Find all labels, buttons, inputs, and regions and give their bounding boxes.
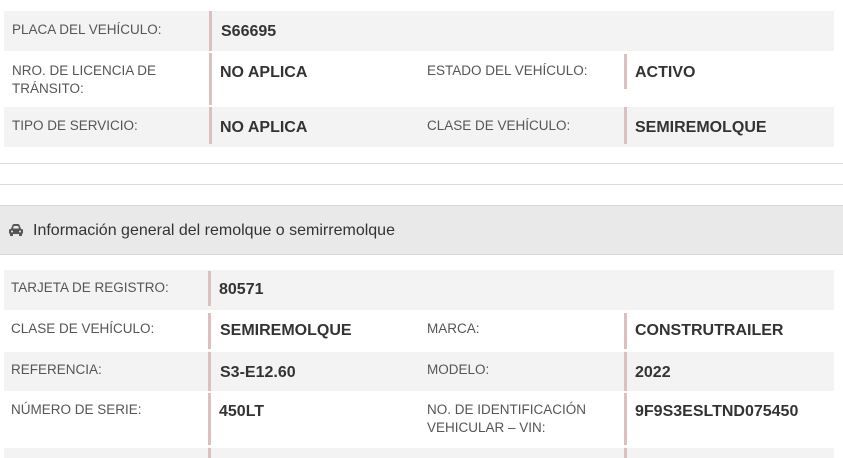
divider xyxy=(208,352,211,391)
licencia-label-line2: TRÁNSITO: xyxy=(12,81,84,96)
clase-label: CLASE DE VEHÍCULO: xyxy=(427,118,571,133)
divider xyxy=(208,313,211,349)
vin-label-line1: NO. DE IDENTIFICACIÓN xyxy=(427,402,587,417)
section-title: Información general del remolque o semir… xyxy=(33,222,395,239)
placa-value: S66695 xyxy=(221,23,277,40)
marca-value: CONSTRUTRAILER xyxy=(635,322,784,339)
row-clase-marca: CLASE DE VEHÍCULO: SEMIREMOLQUE MARCA: C… xyxy=(4,311,834,351)
estado-value: ACTIVO xyxy=(635,64,696,81)
tarjeta-label: TARJETA DE REGISTRO: xyxy=(11,280,169,295)
divider xyxy=(209,53,212,105)
car-icon xyxy=(8,223,24,237)
clase-label: CLASE DE VEHÍCULO: xyxy=(11,321,155,336)
licencia-label-line1: NRO. DE LICENCIA DE xyxy=(12,63,157,78)
divider xyxy=(208,393,211,445)
separator-line xyxy=(0,184,843,185)
row-tarjeta: TARJETA DE REGISTRO: 80571 xyxy=(4,270,834,310)
serie-label: NÚMERO DE SERIE: xyxy=(11,402,142,417)
divider xyxy=(208,271,211,306)
divider xyxy=(209,107,212,144)
modelo-label: MODELO: xyxy=(427,362,490,377)
row-referencia-modelo: REFERENCIA: S3-E12.60 MODELO: 2022 xyxy=(4,352,834,391)
divider xyxy=(208,448,211,458)
row-licencia: NRO. DE LICENCIA DE TRÁNSITO: NO APLICA … xyxy=(4,53,834,105)
placa-label: PLACA DEL VEHÍCULO: xyxy=(12,22,162,37)
licencia-label: NRO. DE LICENCIA DE TRÁNSITO: xyxy=(12,62,156,98)
divider xyxy=(624,393,627,445)
vin-label-line2: VEHICULAR – VIN: xyxy=(427,420,546,435)
row-serie-vin: NÚMERO DE SERIE: 450LT NO. DE IDENTIFICA… xyxy=(4,393,834,445)
clase-value: SEMIREMOLQUE xyxy=(635,119,767,136)
divider xyxy=(624,352,627,391)
row-servicio: TIPO DE SERVICIO: NO APLICA CLASE DE VEH… xyxy=(4,107,834,147)
divider xyxy=(624,54,627,89)
clase-value: SEMIREMOLQUE xyxy=(220,322,352,339)
section-header: Información general del remolque o semir… xyxy=(0,205,843,255)
separator-line xyxy=(0,163,843,164)
referencia-label: REFERENCIA: xyxy=(11,362,102,377)
marca-label: MARCA: xyxy=(427,321,480,336)
servicio-value: NO APLICA xyxy=(220,119,308,136)
vin-value: 9F9S3ESLTND075450 xyxy=(635,403,799,420)
divider xyxy=(624,448,627,458)
row-placa: PLACA DEL VEHÍCULO: S66695 xyxy=(4,11,834,51)
modelo-value: 2022 xyxy=(635,364,671,381)
divider xyxy=(209,11,212,51)
servicio-label: TIPO DE SERVICIO: xyxy=(12,118,138,133)
divider xyxy=(624,107,627,144)
tarjeta-value: 80571 xyxy=(219,281,264,298)
row-next xyxy=(4,448,834,458)
referencia-value: S3-E12.60 xyxy=(220,364,296,381)
divider xyxy=(624,313,627,349)
estado-label: ESTADO DEL VEHÍCULO: xyxy=(427,63,588,78)
licencia-value: NO APLICA xyxy=(220,64,308,81)
serie-value: 450LT xyxy=(219,403,265,420)
vin-label: NO. DE IDENTIFICACIÓN VEHICULAR – VIN: xyxy=(427,401,586,437)
